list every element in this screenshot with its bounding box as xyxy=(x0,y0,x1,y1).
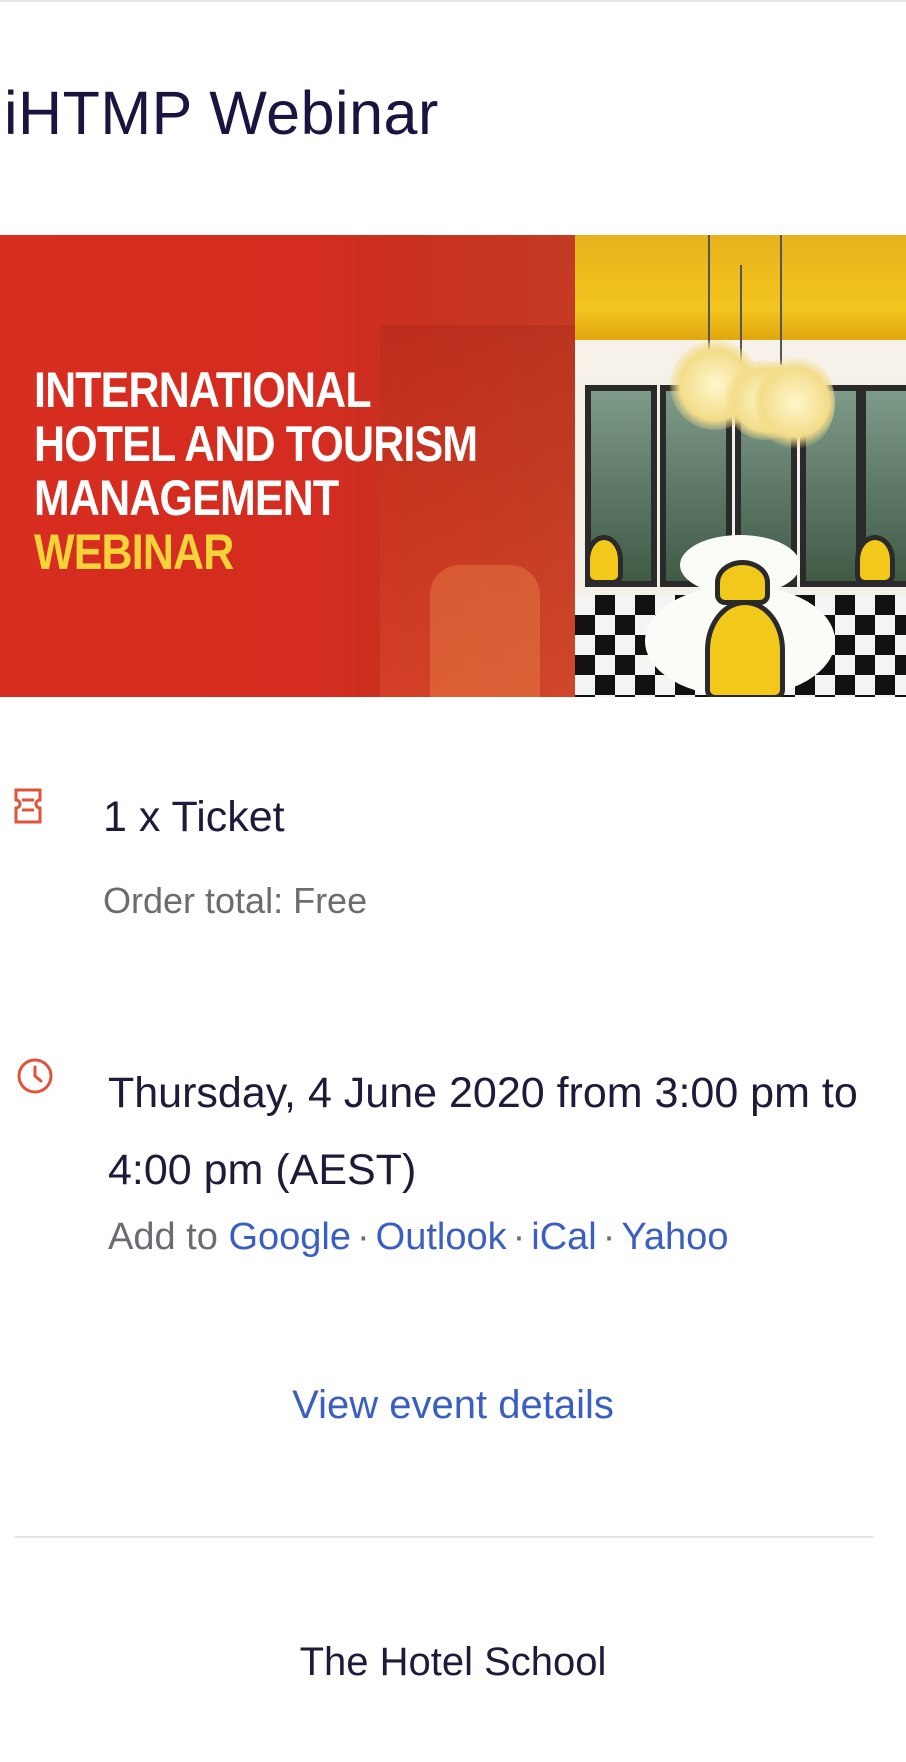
restaurant-photo xyxy=(575,235,906,697)
calendar-link-outlook[interactable]: Outlook xyxy=(376,1216,507,1258)
link-separator: · xyxy=(602,1216,616,1258)
banner-line-1: INTERNATIONAL xyxy=(34,362,372,418)
event-date-time: Thursday, 4 June 2020 from 3:00 pm to 4:… xyxy=(108,1069,858,1194)
event-banner-image: INTERNATIONAL HOTEL AND TOURISM MANAGEME… xyxy=(0,235,906,697)
add-to-calendar: Add to Google · Outlook · iCal · Yahoo xyxy=(108,1216,728,1259)
link-separator: · xyxy=(512,1216,526,1258)
banner-line-2: HOTEL AND TOURISM xyxy=(34,416,478,472)
section-divider xyxy=(15,1536,873,1538)
top-divider xyxy=(0,0,906,2)
banner-red-panel: INTERNATIONAL HOTEL AND TOURISM MANAGEME… xyxy=(0,235,575,697)
clock-icon xyxy=(17,1058,53,1094)
link-separator: · xyxy=(356,1216,370,1258)
banner-headline: INTERNATIONAL HOTEL AND TOURISM MANAGEME… xyxy=(34,362,478,580)
page-title: iHTMP Webinar xyxy=(4,79,439,147)
calendar-link-ical[interactable]: iCal xyxy=(531,1216,596,1258)
add-to-label: Add to xyxy=(108,1216,218,1258)
view-event-details-link[interactable]: View event details xyxy=(0,1383,906,1428)
organizer-name: The Hotel School xyxy=(299,1640,607,1684)
calendar-link-yahoo[interactable]: Yahoo xyxy=(621,1216,728,1258)
calendar-link-google[interactable]: Google xyxy=(228,1216,351,1258)
banner-highlight: WEBINAR xyxy=(34,524,234,580)
ticket-quantity: 1 x Ticket xyxy=(103,793,285,841)
ticket-icon xyxy=(14,788,42,824)
order-total: Order total: Free xyxy=(103,880,368,921)
banner-line-3: MANAGEMENT xyxy=(34,470,339,526)
